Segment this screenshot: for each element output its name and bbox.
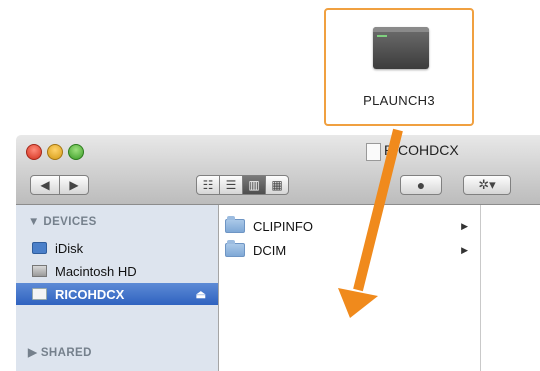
drag-arrow-icon [338,128,403,318]
